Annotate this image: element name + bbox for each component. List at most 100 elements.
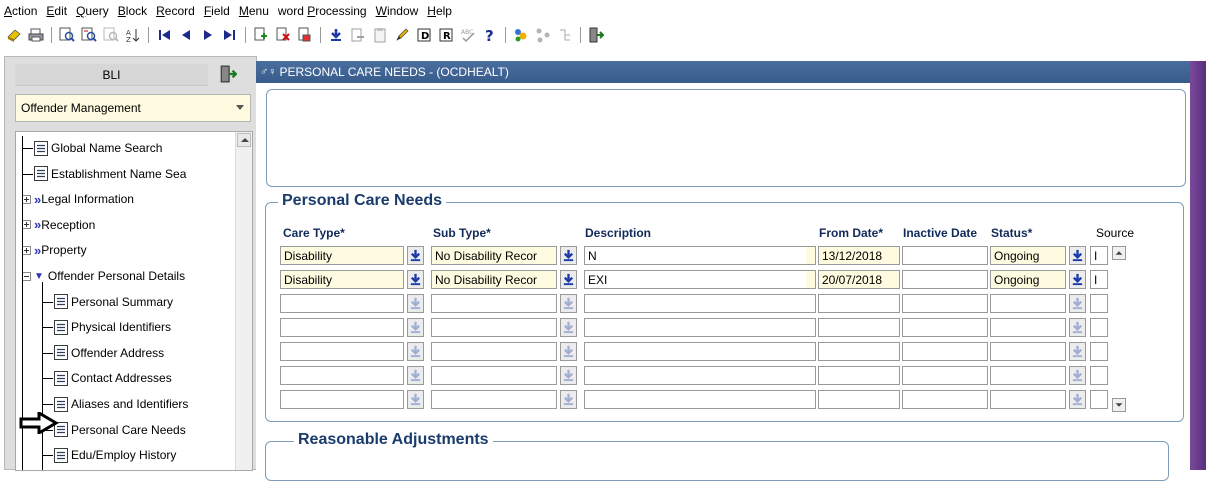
menu-window[interactable]: Window [376,4,419,18]
cell-status[interactable] [990,294,1066,313]
cell-from-date[interactable] [818,318,900,337]
delete-record-icon[interactable] [273,25,293,45]
tree-item-aliases-and-identifiers[interactable]: Aliases and Identifiers [54,392,188,416]
cell-from-date[interactable]: 13/12/2018 [818,246,900,265]
menu-query[interactable]: Query [76,4,109,18]
list-of-values-icon[interactable] [560,342,577,361]
download-icon[interactable] [326,25,346,45]
cell-description[interactable]: EXI [584,270,816,289]
tree-item-personal-care-needs[interactable]: Personal Care Needs [54,418,186,442]
list-of-values-icon[interactable] [560,294,577,313]
cell-from-date[interactable] [818,342,900,361]
scroll-down-icon[interactable] [1112,398,1126,412]
cell-status[interactable] [990,390,1066,409]
cell-sub-type[interactable]: No Disability Recor [431,270,557,289]
expand-icon[interactable] [22,220,31,230]
cell-status[interactable]: Ongoing [990,270,1066,289]
list-of-values-icon[interactable] [407,294,424,313]
list-of-values-icon[interactable] [1069,246,1086,265]
cell-sub-type[interactable] [431,342,557,361]
cell-source[interactable] [1090,294,1108,313]
cell-care-type[interactable] [280,318,404,337]
menu-menu[interactable]: Menu [239,4,269,18]
cell-description[interactable] [584,294,816,313]
cell-care-type[interactable] [280,390,404,409]
tree-item-legal-information[interactable]: » Legal Information [22,187,134,211]
tree-item-personal-summary[interactable]: Personal Summary [54,290,173,314]
edit-icon[interactable] [392,25,412,45]
scroll-up-icon[interactable] [1112,246,1126,260]
cell-description[interactable]: N [584,246,816,265]
cell-description[interactable] [584,318,816,337]
tree-scrollbar[interactable] [235,132,252,470]
exit-icon[interactable] [586,25,606,45]
list-of-values-icon[interactable] [1069,390,1086,409]
spell-check-icon[interactable]: ABC [458,25,478,45]
tree-item-offender-personal-details[interactable]: ▼ Offender Personal Details [22,264,185,288]
document-d-icon[interactable]: D [414,25,434,45]
cell-source[interactable]: I [1090,270,1108,289]
cell-status[interactable] [990,342,1066,361]
cell-care-type[interactable] [280,294,404,313]
collapse-icon[interactable] [22,271,31,281]
list-of-values-icon[interactable] [1069,270,1086,289]
export-icon[interactable] [348,25,368,45]
enter-query-icon[interactable] [57,25,77,45]
cell-from-date[interactable] [818,366,900,385]
cell-sub-type[interactable] [431,318,557,337]
menu-field[interactable]: Field [204,4,230,18]
tree-item-contact-addresses[interactable]: Contact Addresses [54,366,172,390]
expand-icon[interactable] [22,245,31,255]
tree-item-global-name-search[interactable]: Global Name Search [34,136,162,160]
list-of-values-icon[interactable] [1069,342,1086,361]
list-of-values-icon[interactable] [407,270,424,289]
cell-inactive-date[interactable] [902,366,988,385]
cell-care-type[interactable] [280,342,404,361]
cell-source[interactable] [1090,390,1108,409]
list-of-values-icon[interactable] [560,366,577,385]
execute-query-icon[interactable] [79,25,99,45]
cell-inactive-date[interactable] [902,294,988,313]
menu-block[interactable]: Block [118,4,147,18]
list-of-values-icon[interactable] [560,270,577,289]
menu-help[interactable]: Help [427,4,452,18]
first-record-icon[interactable] [154,25,174,45]
tree-item-property[interactable]: » Property [22,238,87,262]
menu-action[interactable]: Action [4,4,37,18]
menu-record[interactable]: Record [156,4,195,18]
list-of-values-icon[interactable] [1069,366,1086,385]
duplicate-record-icon[interactable] [295,25,315,45]
list-of-values-icon[interactable] [560,246,577,265]
cell-sub-type[interactable]: No Disability Recor [431,246,557,265]
list-of-values-icon[interactable] [560,390,577,409]
grid-scrollbar[interactable] [1112,246,1126,412]
list-of-values-icon[interactable] [1069,318,1086,337]
list-of-values-icon[interactable] [407,390,424,409]
people-search-icon[interactable] [511,25,531,45]
cell-source[interactable]: I [1090,246,1108,265]
cell-description[interactable] [584,342,816,361]
cell-description[interactable] [584,366,816,385]
tree-item-offender-address[interactable]: Offender Address [54,341,164,365]
bli-button[interactable]: BLI [15,64,208,86]
next-record-icon[interactable] [198,25,218,45]
cell-status[interactable] [990,318,1066,337]
list-of-values-icon[interactable] [560,318,577,337]
list-of-values-icon[interactable] [407,246,424,265]
menu-word-processing[interactable]: word Processing [278,4,367,18]
previous-record-icon[interactable] [176,25,196,45]
print-icon[interactable] [26,25,46,45]
cell-inactive-date[interactable] [902,270,988,289]
hierarchy-icon[interactable] [555,25,575,45]
cell-from-date[interactable] [818,390,900,409]
cell-from-date[interactable]: 20/07/2018 [818,270,900,289]
cell-sub-type[interactable] [431,390,557,409]
last-record-icon[interactable] [220,25,240,45]
cell-inactive-date[interactable] [902,246,988,265]
cell-inactive-date[interactable] [902,390,988,409]
menu-edit[interactable]: Edit [46,4,67,18]
cell-status[interactable]: Ongoing [990,246,1066,265]
tree-item-physical-identifiers[interactable]: Physical Identifiers [54,315,171,339]
list-of-values-icon[interactable] [407,342,424,361]
report-r-icon[interactable]: R [436,25,456,45]
